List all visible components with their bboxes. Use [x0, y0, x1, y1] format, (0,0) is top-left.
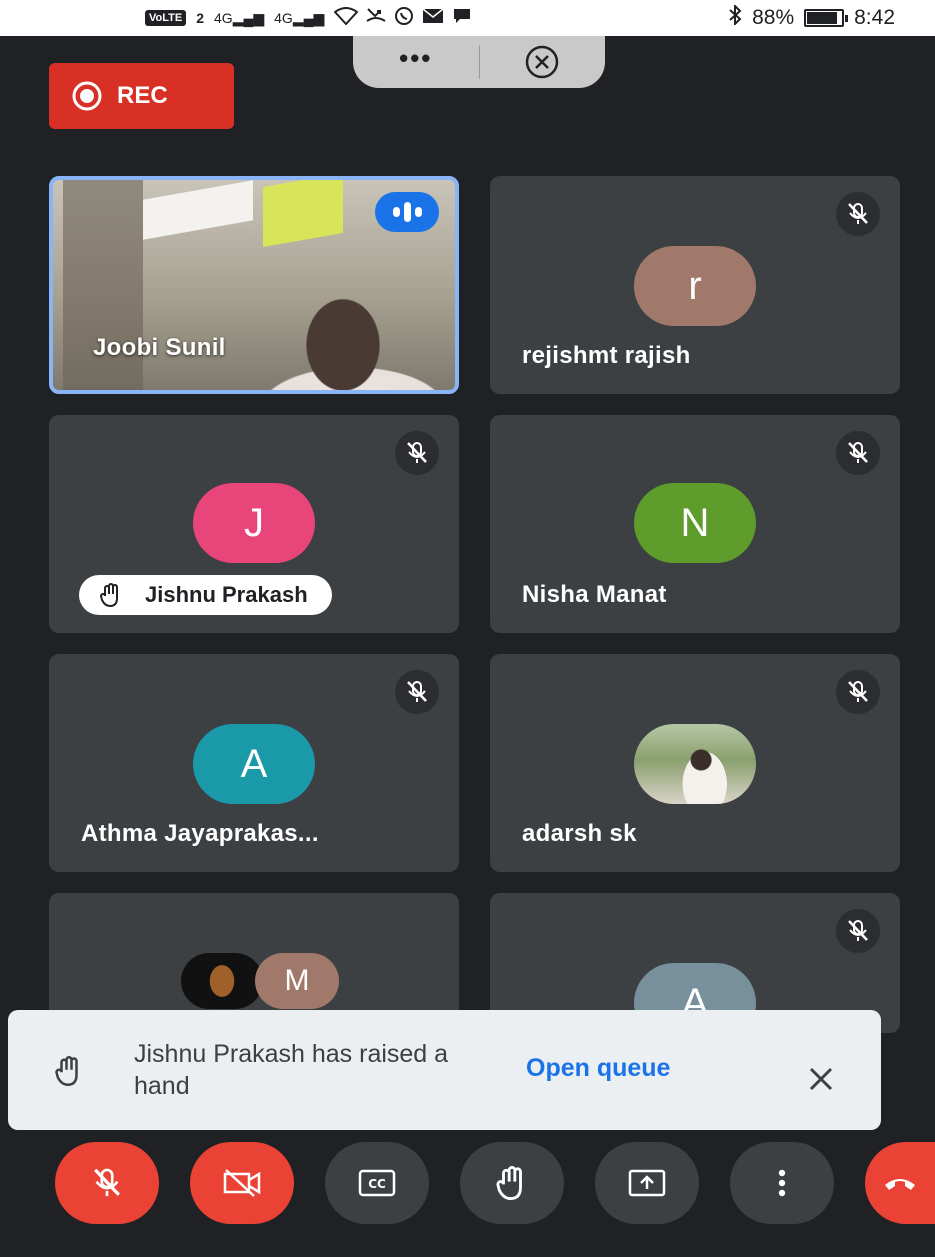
close-circle-icon	[526, 45, 559, 79]
mail-icon	[422, 7, 444, 29]
volte-indicator: VoLTE	[145, 10, 187, 26]
end-call-icon	[885, 1179, 915, 1190]
raised-hand-chip: Jishnu Prakash	[79, 575, 332, 615]
battery-icon	[804, 9, 849, 27]
raise-hand-button[interactable]	[460, 1142, 564, 1224]
participant-name: Nisha Manat	[522, 581, 667, 608]
record-icon	[72, 81, 102, 111]
speaking-indicator-icon	[375, 192, 439, 232]
participant-tile-adarsh-sk[interactable]: adarsh sk	[490, 654, 900, 872]
participant-tile-joobi-sunil[interactable]: Joobi Sunil	[49, 176, 459, 394]
missed-call-icon	[366, 7, 386, 30]
participant-name: rejishmt rajish	[522, 342, 691, 369]
camera-toggle-button[interactable]	[190, 1142, 294, 1224]
raised-hand-icon	[496, 1166, 522, 1201]
chat-icon	[452, 7, 472, 30]
avatar-photo	[181, 953, 263, 1009]
close-icon[interactable]	[808, 1066, 834, 1097]
bluetooth-icon	[728, 3, 742, 31]
more-vert-icon	[778, 1169, 786, 1197]
wifi-icon	[333, 6, 359, 30]
avatar-photo	[634, 724, 756, 804]
avatar: J	[193, 483, 315, 563]
close-pill-button[interactable]	[480, 44, 606, 80]
top-controls-pill: •••	[353, 36, 605, 88]
avatar: r	[634, 246, 756, 326]
battery-percent: 88%	[752, 6, 795, 29]
leave-call-button[interactable]	[865, 1142, 935, 1224]
open-queue-button[interactable]: Open queue	[526, 1054, 670, 1083]
avatar: A	[193, 724, 315, 804]
captions-button[interactable]: CC	[325, 1142, 429, 1224]
sim-indicator: 2	[196, 10, 204, 26]
avatar: M	[255, 953, 339, 1009]
signal-icon: 4G▂▄▆	[274, 9, 325, 26]
signal-icon: 4G▂▄▆	[214, 9, 265, 26]
participant-name: Athma Jayaprakas...	[81, 820, 319, 847]
rec-label: REC	[117, 82, 168, 109]
svg-text:CC: CC	[368, 1177, 386, 1191]
participant-tile-jishnu-prakash[interactable]: J Jishnu Prakash	[49, 415, 459, 633]
more-options-button[interactable]: •••	[353, 45, 480, 79]
participant-tile-rejishmt-rajish[interactable]: r rejishmt rajish	[490, 176, 900, 394]
avatar: N	[634, 483, 756, 563]
mic-off-icon	[395, 431, 439, 475]
participant-name: Joobi Sunil	[93, 334, 226, 361]
mic-toggle-button[interactable]	[55, 1142, 159, 1224]
mic-off-icon	[836, 670, 880, 714]
participant-tile-athma-jayaprakash[interactable]: A Athma Jayaprakas...	[49, 654, 459, 872]
mic-off-icon	[836, 192, 880, 236]
more-options-button[interactable]	[730, 1142, 834, 1224]
participant-name: Jishnu Prakash	[145, 582, 308, 607]
present-screen-icon	[628, 1169, 666, 1197]
captions-icon: CC	[358, 1169, 396, 1197]
raised-hand-toast: Jishnu Prakash has raised a hand Open qu…	[8, 1010, 881, 1130]
participant-name: adarsh sk	[522, 820, 637, 847]
mic-off-icon	[836, 431, 880, 475]
raised-hand-icon	[54, 1054, 84, 1093]
clock: 8:42	[854, 6, 895, 29]
participant-tile-nisha-manat[interactable]: N Nisha Manat	[490, 415, 900, 633]
recording-badge[interactable]: REC	[49, 63, 234, 129]
raised-hand-icon	[99, 583, 118, 608]
status-bar: VoLTE 2 4G▂▄▆ 4G▂▄▆ 88% 8:42	[0, 0, 935, 36]
camera-off-icon	[223, 1169, 261, 1197]
mic-off-icon	[395, 670, 439, 714]
present-screen-button[interactable]	[595, 1142, 699, 1224]
mic-off-icon	[836, 909, 880, 953]
mic-off-icon	[94, 1168, 120, 1197]
whatsapp-icon	[394, 6, 414, 31]
toast-message: Jishnu Prakash has raised a hand	[134, 1040, 449, 1100]
